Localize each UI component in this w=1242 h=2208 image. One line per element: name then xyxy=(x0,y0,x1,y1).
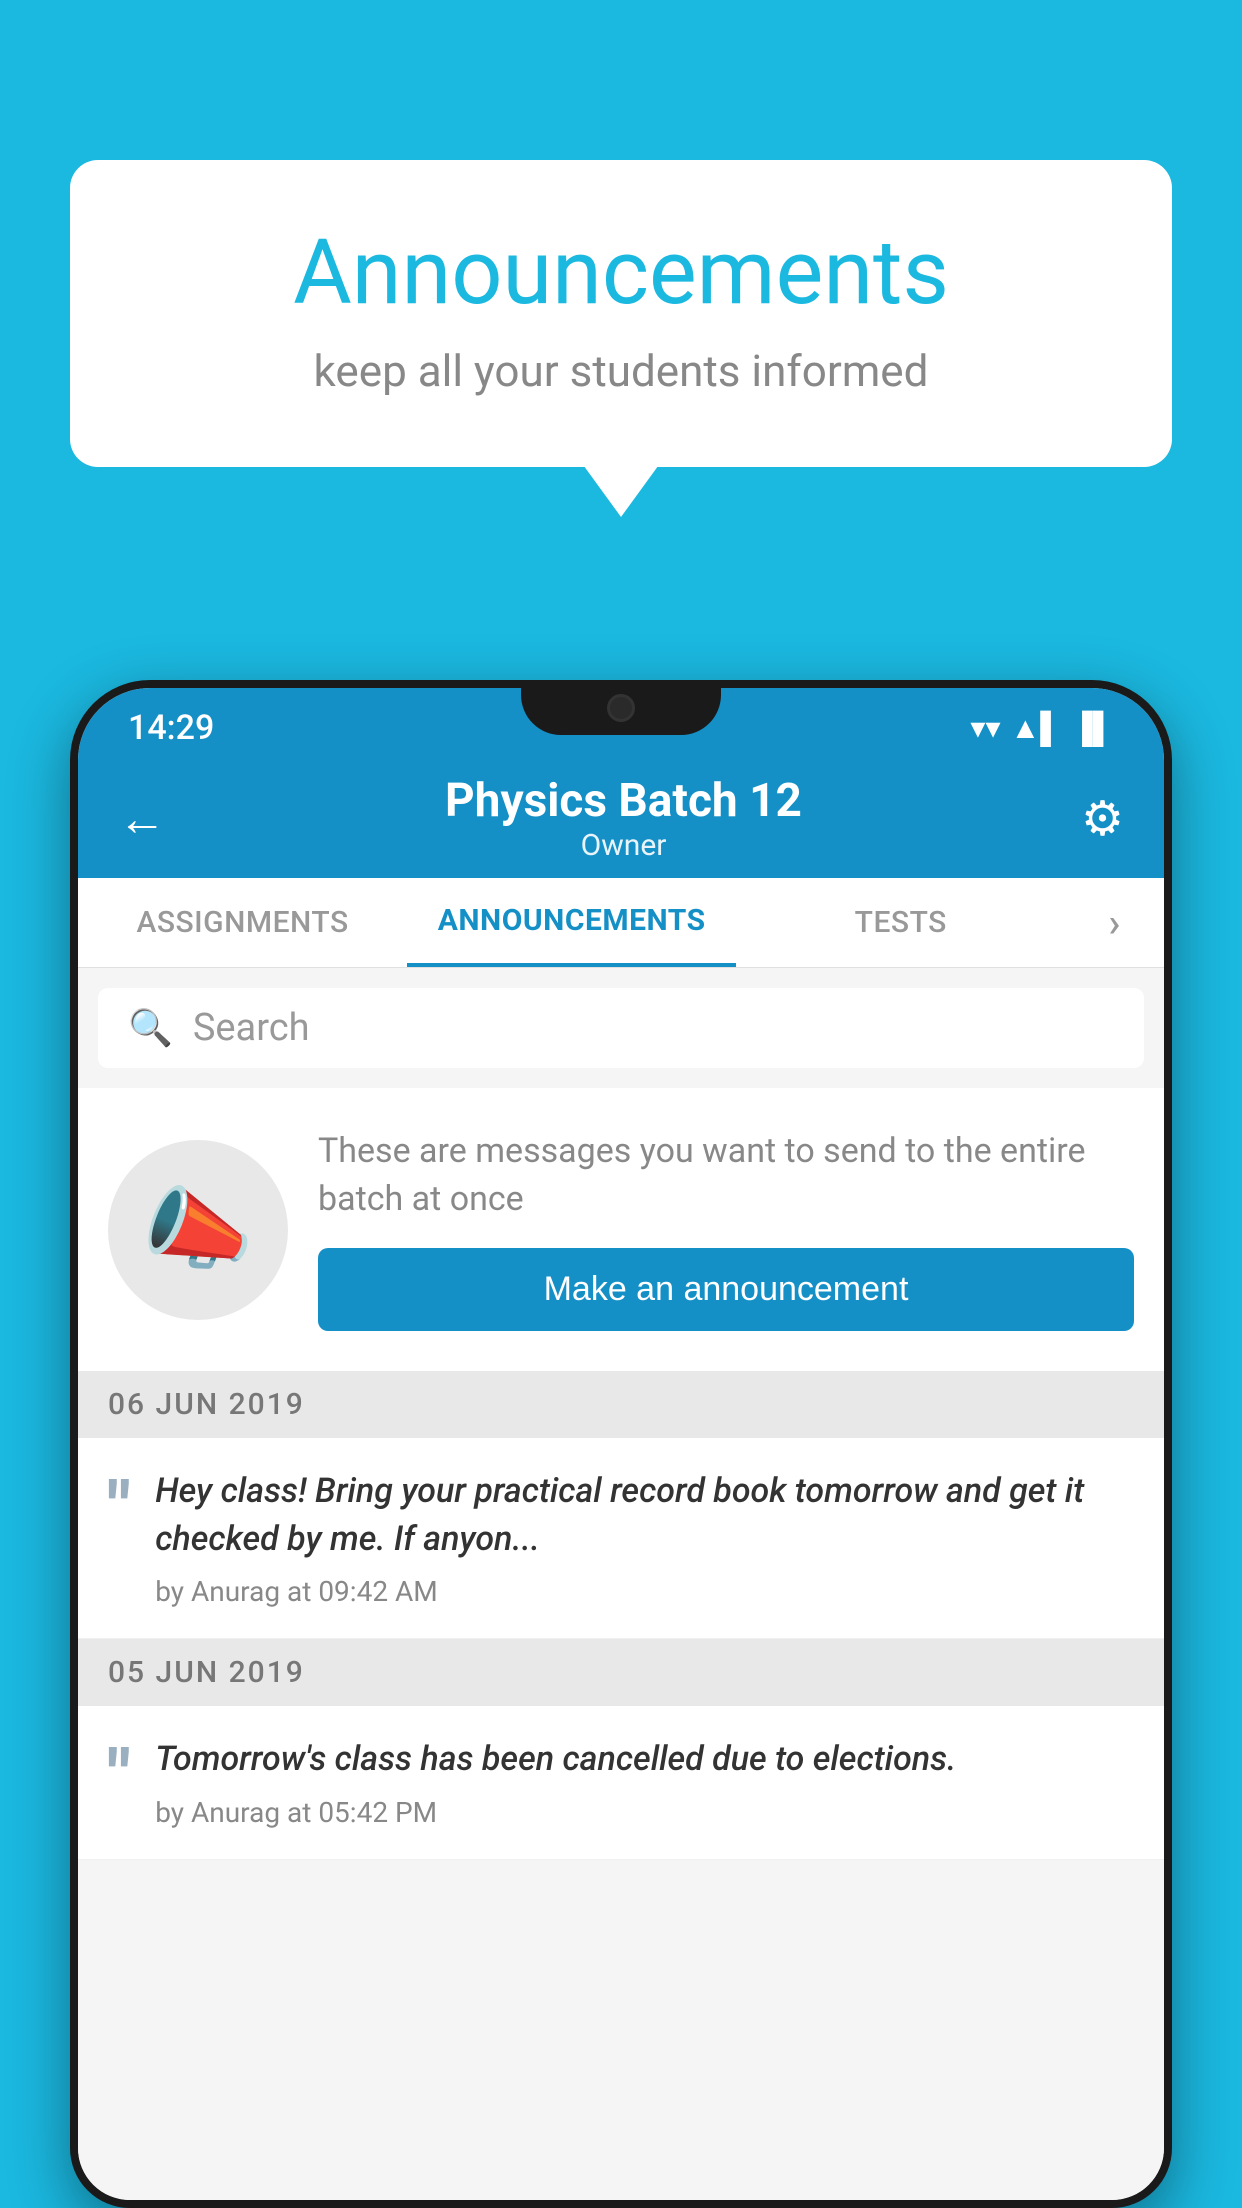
content-area: 🔍 Search 📣 These are messages you want t… xyxy=(78,968,1164,2200)
make-announcement-button[interactable]: Make an announcement xyxy=(318,1248,1134,1331)
bubble-subtitle: keep all your students informed xyxy=(150,345,1092,397)
announcement-meta-1: by Anurag at 09:42 AM xyxy=(155,1575,1134,1608)
phone-camera xyxy=(607,694,635,722)
tabs-container: ASSIGNMENTS ANNOUNCEMENTS TESTS › xyxy=(78,878,1164,968)
megaphone-icon: 📣 xyxy=(142,1177,254,1282)
search-icon: 🔍 xyxy=(128,1007,173,1049)
announcement-item-2[interactable]: " Tomorrow's class has been cancelled du… xyxy=(78,1706,1164,1860)
announcement-text-2: Tomorrow's class has been cancelled due … xyxy=(155,1736,1134,1784)
quote-icon-2: " xyxy=(108,1741,130,1811)
announcement-text-area-2: Tomorrow's class has been cancelled due … xyxy=(155,1736,1134,1829)
promo-icon-circle: 📣 xyxy=(108,1140,288,1320)
quote-icon-1: " xyxy=(108,1473,130,1543)
battery-icon: ▐▌ xyxy=(1071,711,1114,746)
date-divider-2: 05 JUN 2019 xyxy=(78,1639,1164,1706)
status-icons: ▾▾ ▲▌ ▐▌ xyxy=(970,711,1114,746)
app-header: ← Physics Batch 12 Owner ⚙ xyxy=(78,758,1164,878)
bubble-title: Announcements xyxy=(150,220,1092,325)
date-divider-1: 06 JUN 2019 xyxy=(78,1371,1164,1438)
announcement-text-1: Hey class! Bring your practical record b… xyxy=(155,1468,1134,1563)
promo-description: These are messages you want to send to t… xyxy=(318,1128,1134,1223)
tab-more[interactable]: › xyxy=(1065,878,1164,967)
phone-notch xyxy=(521,680,721,735)
announcement-meta-2: by Anurag at 05:42 PM xyxy=(155,1796,1134,1829)
header-title: Physics Batch 12 xyxy=(445,774,802,828)
tab-tests[interactable]: TESTS xyxy=(736,878,1065,967)
announcement-promo: 📣 These are messages you want to send to… xyxy=(78,1088,1164,1371)
speech-bubble-section: Announcements keep all your students inf… xyxy=(70,160,1172,467)
search-bar[interactable]: 🔍 Search xyxy=(98,988,1144,1068)
tab-assignments[interactable]: ASSIGNMENTS xyxy=(78,878,407,967)
search-placeholder: Search xyxy=(193,1006,310,1050)
settings-icon[interactable]: ⚙ xyxy=(1081,790,1124,847)
signal-icon: ▲▌ xyxy=(1011,711,1062,746)
header-center: Physics Batch 12 Owner xyxy=(445,774,802,863)
speech-bubble: Announcements keep all your students inf… xyxy=(70,160,1172,467)
announcement-item-1[interactable]: " Hey class! Bring your practical record… xyxy=(78,1438,1164,1639)
announcement-text-area-1: Hey class! Bring your practical record b… xyxy=(155,1468,1134,1608)
tab-announcements[interactable]: ANNOUNCEMENTS xyxy=(407,878,736,967)
promo-text-area: These are messages you want to send to t… xyxy=(318,1128,1134,1331)
back-button[interactable]: ← xyxy=(118,790,166,847)
status-time: 14:29 xyxy=(128,708,214,748)
header-subtitle: Owner xyxy=(445,828,802,863)
phone-inner: 14:29 ▾▾ ▲▌ ▐▌ ← Physics Batch 12 Owner … xyxy=(78,688,1164,2200)
wifi-icon: ▾▾ xyxy=(970,711,1000,746)
phone-mockup: 14:29 ▾▾ ▲▌ ▐▌ ← Physics Batch 12 Owner … xyxy=(70,680,1172,2208)
